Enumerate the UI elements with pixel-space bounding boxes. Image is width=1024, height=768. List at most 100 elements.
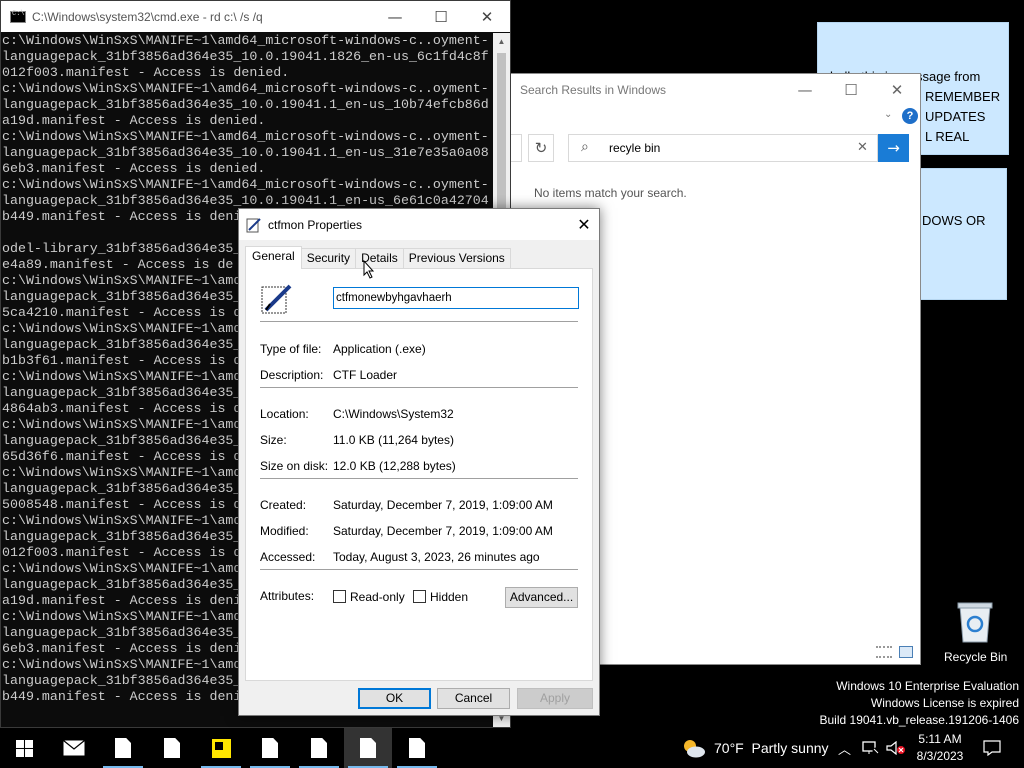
document-icon xyxy=(164,738,180,758)
dialog-title: ctfmon Properties xyxy=(268,217,363,232)
document-icon xyxy=(115,738,131,758)
cmd-title: C:\Windows\system32\cmd.exe - rd c:\ /s … xyxy=(32,9,263,24)
divider xyxy=(260,387,578,388)
search-input[interactable]: recyle bin xyxy=(609,141,660,155)
properties-dialog[interactable]: ctfmon Properties ✕ General Security Det… xyxy=(238,208,600,716)
weather-text: 70°F Partly sunny xyxy=(714,740,829,756)
divider xyxy=(260,321,578,322)
taskbar-app-5[interactable] xyxy=(344,728,392,768)
tab-general[interactable]: General xyxy=(245,246,302,269)
file-name-field[interactable]: ctfmonewbyhgavhaerh xyxy=(333,287,579,309)
explorer-titlebar[interactable]: Search Results in Windows — ☐ ✕ xyxy=(502,74,920,105)
explorer-title: Search Results in Windows xyxy=(520,82,667,97)
taskbar-app-4[interactable] xyxy=(295,728,343,768)
general-tab-panel: ctfmonewbyhgavhaerh Type of file: Applic… xyxy=(245,268,593,681)
show-hidden-icons-button[interactable]: ︿ xyxy=(838,728,851,768)
divider xyxy=(260,478,578,479)
notification-icon xyxy=(983,740,1001,756)
mouse-cursor-icon xyxy=(363,260,375,279)
large-icons-view-icon[interactable] xyxy=(899,646,913,658)
close-button[interactable]: ✕ xyxy=(569,209,599,240)
console-line: languagepack_31bf3856ad364e35_10.0.19041… xyxy=(2,49,489,64)
attributes-label: Attributes: xyxy=(260,589,315,603)
console-line: 6eb3.manifest - Access is denied. xyxy=(2,161,266,176)
type-of-file-value: Application (.exe) xyxy=(333,342,426,356)
ok-button[interactable]: OK xyxy=(358,688,431,709)
search-go-button[interactable]: → xyxy=(878,134,909,162)
dialog-titlebar[interactable]: ctfmon Properties ✕ xyxy=(239,209,599,240)
console-line: languagepack_31bf3856ad364e35_10.0.19041… xyxy=(2,97,489,112)
console-line: a19d.manifest - Access is denied. xyxy=(2,113,266,128)
clock-date: 8/3/2023 xyxy=(916,749,964,763)
sticky-note-1-line-3: UPDATES xyxy=(925,109,986,124)
advanced-button[interactable]: Advanced... xyxy=(505,587,578,608)
network-icon[interactable] xyxy=(862,728,880,768)
volume-muted-icon xyxy=(886,741,905,755)
divider xyxy=(260,569,578,570)
apply-button[interactable]: Apply xyxy=(517,688,593,709)
clock[interactable]: 5:11 AM 8/3/2023 xyxy=(912,728,968,768)
watermark-line-1: Windows 10 Enterprise Evaluation xyxy=(836,679,1019,693)
close-button[interactable]: ✕ xyxy=(874,74,920,105)
empty-search-message: No items match your search. xyxy=(534,186,687,200)
sticky-note-2-line-1: DOWS OR xyxy=(922,213,986,228)
taskbar-app-3[interactable] xyxy=(246,728,294,768)
console-line: c:\Windows\WinSxS\MANIFE~1\amd64_microso… xyxy=(2,33,489,48)
mail-icon xyxy=(63,740,85,756)
network-status-icon xyxy=(862,741,880,755)
search-box[interactable]: ⌕ recyle bin ✕ xyxy=(568,134,878,162)
read-only-label[interactable]: Read-only xyxy=(350,590,405,604)
console-line: c:\Windows\WinSxS\MANIFE~1\amd64_microso… xyxy=(2,81,489,96)
minimize-button[interactable]: — xyxy=(782,74,828,105)
partly-sunny-icon xyxy=(684,740,705,758)
tab-previous-versions[interactable]: Previous Versions xyxy=(402,248,511,268)
size-on-disk-value: 12.0 KB (12,288 bytes) xyxy=(333,459,456,473)
taskbar: 70°F Partly sunny ︿ 5:11 AM 8/3/2023 xyxy=(0,728,1024,768)
size-value: 11.0 KB (11,264 bytes) xyxy=(333,433,454,447)
action-center-button[interactable] xyxy=(983,728,1001,768)
console-line: c:\Windows\WinSxS\MANIFE~1\amd64_microso… xyxy=(2,129,489,144)
volume-icon[interactable] xyxy=(886,728,906,768)
search-icon: ⌕ xyxy=(581,139,589,155)
minimize-button[interactable]: — xyxy=(372,1,418,32)
console-line: languagepack_31bf3856ad364e35_10.0.19041… xyxy=(2,145,489,160)
tab-strip: General Security Details Previous Versio… xyxy=(245,246,511,269)
cmd-titlebar[interactable]: C:\Windows\system32\cmd.exe - rd c:\ /s … xyxy=(1,1,510,32)
maximize-button[interactable]: ☐ xyxy=(418,1,464,32)
size-on-disk-label: Size on disk: xyxy=(260,459,329,473)
taskbar-app-2[interactable] xyxy=(148,728,196,768)
created-label: Created: xyxy=(260,498,307,512)
taskbar-app-6[interactable] xyxy=(393,728,441,768)
console-line: languagepack_31bf3856ad364e35_10.0.19041… xyxy=(2,193,489,208)
sticky-note-1-line-4: L REAL xyxy=(925,129,970,144)
chevron-down-icon[interactable]: ⌄ xyxy=(884,109,892,120)
clear-search-icon[interactable]: ✕ xyxy=(857,140,868,155)
file-icon xyxy=(261,284,292,314)
weather-widget[interactable]: 70°F Partly sunny xyxy=(680,728,829,768)
close-button[interactable]: ✕ xyxy=(464,1,510,32)
location-label: Location: xyxy=(260,407,309,421)
read-only-checkbox[interactable] xyxy=(333,590,346,603)
hidden-label[interactable]: Hidden xyxy=(430,590,468,604)
cancel-button[interactable]: Cancel xyxy=(437,688,510,709)
watermark-line-3: Build 19041.vb_release.191206-1406 xyxy=(819,713,1020,727)
tab-security[interactable]: Security xyxy=(300,248,357,268)
recycle-bin-desktop-icon[interactable]: Recycle Bin xyxy=(940,600,1010,670)
modified-label: Modified: xyxy=(260,524,309,538)
hidden-checkbox[interactable] xyxy=(413,590,426,603)
refresh-button[interactable]: ↻ xyxy=(528,134,554,162)
document-icon xyxy=(311,738,327,758)
properties-icon xyxy=(246,217,261,232)
details-view-icon[interactable] xyxy=(876,646,892,658)
start-button[interactable] xyxy=(0,728,48,768)
activation-watermark: Windows 10 Enterprise Evaluation Windows… xyxy=(820,678,1020,729)
help-icon[interactable]: ? xyxy=(902,108,918,124)
taskbar-app-1[interactable] xyxy=(99,728,147,768)
watermark-line-2: Windows License is expired xyxy=(870,696,1019,710)
taskbar-mail[interactable] xyxy=(50,728,98,768)
maximize-button[interactable]: ☐ xyxy=(828,74,874,105)
sticky-note-1-line-2: REMEMBER xyxy=(925,89,1001,104)
taskbar-sticky-notes[interactable] xyxy=(197,728,245,768)
document-icon xyxy=(409,738,425,758)
scroll-up-icon[interactable]: ▲ xyxy=(493,33,510,50)
